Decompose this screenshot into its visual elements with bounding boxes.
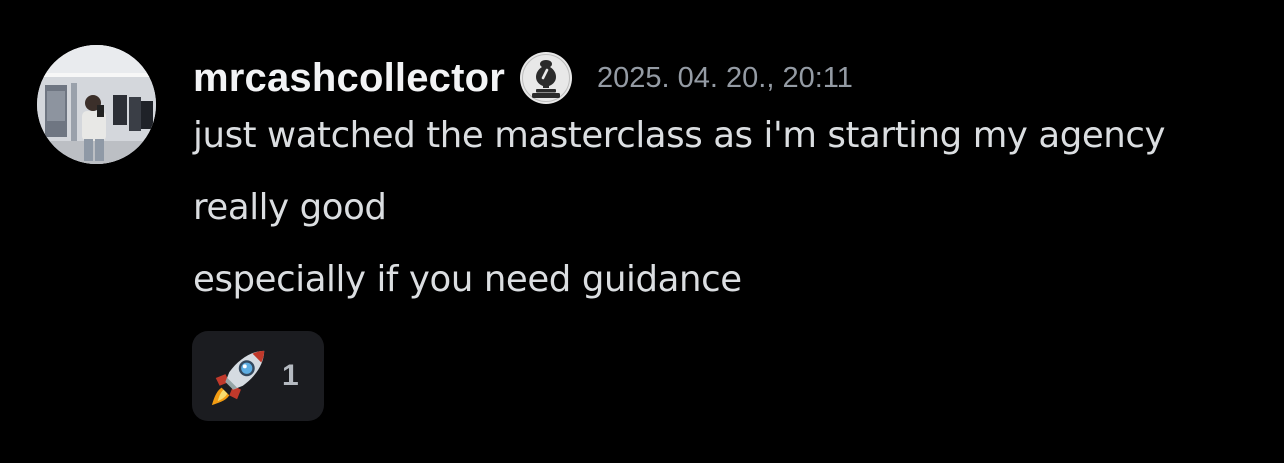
message-line: really good xyxy=(193,187,387,228)
avatar-photo xyxy=(37,45,156,164)
message-line: especially if you need guidance xyxy=(193,259,742,300)
message-content: just watched the masterclass as i'm star… xyxy=(193,110,1166,326)
reaction-button[interactable]: 1 xyxy=(192,331,324,421)
rocket-emoji-icon xyxy=(211,350,265,406)
message-header: mrcashcollector 2025. 04. 20., 20:11 xyxy=(193,50,853,106)
message-line: just watched the masterclass as i'm star… xyxy=(193,115,1166,156)
bishop-chess-piece-icon[interactable] xyxy=(519,51,573,105)
avatar[interactable] xyxy=(37,45,156,164)
username[interactable]: mrcashcollector xyxy=(193,56,505,101)
reaction-count: 1 xyxy=(282,359,299,392)
chat-message: mrcashcollector 2025. 04. 20., 20:11 jus… xyxy=(0,0,1284,463)
message-timestamp: 2025. 04. 20., 20:11 xyxy=(597,61,853,94)
